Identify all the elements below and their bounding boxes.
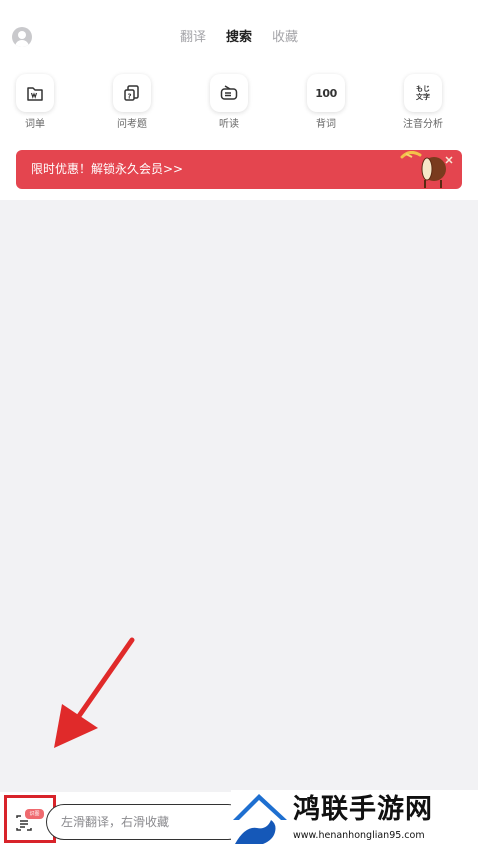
annotation-arrow-icon [54, 637, 135, 748]
tab-search[interactable]: 搜索 [226, 28, 252, 48]
vip-promo-banner[interactable]: 限时优惠！解锁永久会员>> [16, 150, 462, 189]
watermark-url: www.henanhonglian95.com [293, 830, 425, 841]
mode-tabs: 翻译 搜索 收藏 [0, 28, 478, 48]
tool-label: 注音分析 [403, 119, 443, 130]
wordlist-icon [27, 87, 43, 101]
tab-favorites[interactable]: 收藏 [272, 28, 298, 48]
radio-icon [220, 85, 238, 100]
site-watermark: 鸿联手游网 www.henanhonglian95.com [231, 790, 478, 850]
tool-label: 背词 [316, 119, 336, 130]
tool-furigana[interactable]: もじ 文字 注音分析 [393, 74, 453, 138]
svg-text:?: ? [128, 93, 132, 101]
tools-row: 词单 ? 问考题 听读 100 背词 もじ 文字 注音分析 [0, 70, 478, 148]
tool-recite[interactable]: 100 背词 [296, 74, 356, 138]
tool-wordlist[interactable]: 词单 [5, 74, 65, 138]
tool-label: 听读 [219, 119, 239, 130]
tool-quiz[interactable]: ? 问考题 [102, 74, 162, 138]
tab-translate[interactable]: 翻译 [180, 28, 206, 48]
tool-label: 词单 [25, 119, 45, 130]
tool-listen[interactable]: 听读 [199, 74, 259, 138]
furigana-icon: もじ 文字 [416, 85, 430, 101]
tool-label: 问考题 [117, 119, 147, 130]
search-input[interactable] [46, 804, 246, 840]
ocr-badge: 识图 [25, 809, 44, 819]
drum-icon [400, 151, 453, 188]
watermark-logo-icon [231, 790, 289, 848]
quiz-icon: ? [124, 85, 139, 101]
watermark-title: 鸿联手游网 [293, 794, 433, 825]
recite-100-icon: 100 [315, 86, 337, 100]
banner-text: 限时优惠！解锁永久会员>> [31, 162, 184, 176]
top-header: 翻译 搜索 收藏 [0, 0, 478, 70]
